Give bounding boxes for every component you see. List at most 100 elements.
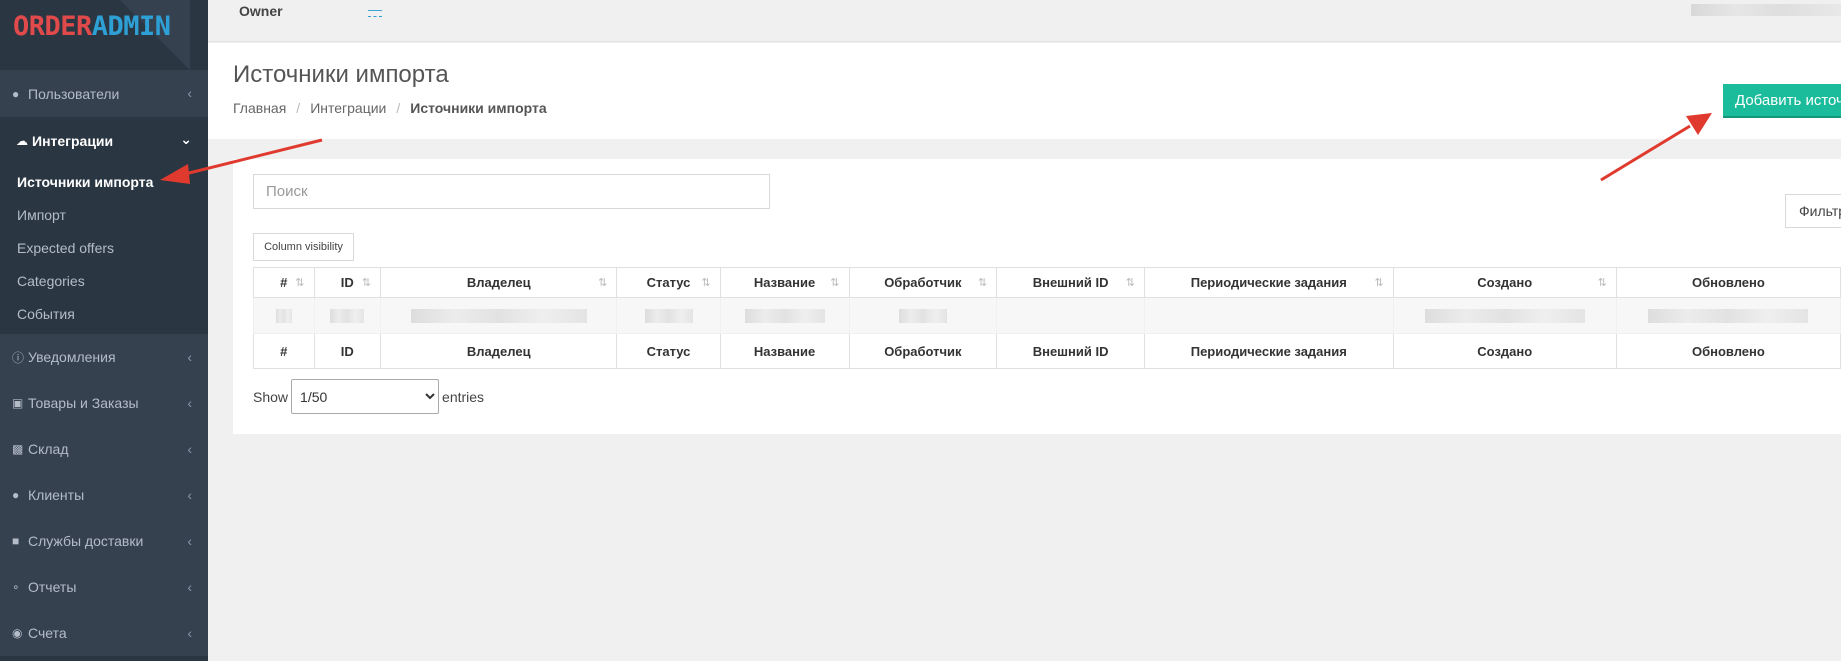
chevron-left-icon: ‹ (187, 579, 192, 595)
sidebar-item-label: Пользователи (28, 85, 120, 102)
filter-button[interactable]: Фильтр (1785, 194, 1841, 228)
sidebar-subitem-expected-offers[interactable]: Expected offers (0, 231, 208, 264)
sidebar-item-label: Службы доставки (28, 533, 144, 549)
column-footer-status: Статус (616, 333, 721, 369)
sort-icon: ⇅ (1374, 277, 1384, 289)
sidebar-subitem-import-sources[interactable]: Источники импорта (0, 165, 208, 198)
redacted-value (330, 309, 365, 324)
chevron-left-icon: ‹ (187, 625, 192, 641)
column-header-name[interactable]: Название ⇅ (719, 267, 850, 298)
sort-icon: ⇅ (1125, 277, 1135, 289)
sidebar-item-label: Склад (28, 441, 69, 457)
logo-part-admin: ADMIN (91, 11, 171, 42)
logo[interactable]: ORDERADMIN (0, 0, 208, 70)
sort-icon: ⇅ (978, 277, 988, 289)
breadcrumb-separator: / (296, 100, 301, 116)
column-label: Внешний ID (1032, 275, 1109, 290)
search-input[interactable] (253, 174, 770, 209)
sort-desc-icon: ⇅ (361, 277, 372, 289)
user-menu[interactable] (1691, 4, 1841, 16)
page-title: Источники импорта (233, 61, 449, 88)
sidebar-item-delivery-services[interactable]: ■ Службы доставки ‹ (0, 518, 208, 564)
sort-icon: ⇅ (1597, 277, 1607, 289)
column-footer-periodic-tasks: Периодические задания (1143, 333, 1394, 369)
paperclip-icon: ∘ (12, 580, 20, 594)
page-size-control: Show 1/50 entries (253, 379, 484, 414)
breadcrumb-current: Источники импорта (410, 100, 547, 116)
info-circle-icon: ⓘ (12, 350, 25, 365)
chevron-left-icon: ‹ (187, 395, 192, 411)
table-cell (719, 297, 850, 334)
column-label: Владелец (466, 275, 531, 290)
integrations-submenu: Источники импорта Импорт Expected offers… (0, 165, 208, 334)
chevron-left-icon: ‹ (187, 349, 192, 365)
column-footer-name: Название (719, 333, 850, 369)
sort-icon: ⇅ (295, 277, 305, 289)
table-cell (1143, 297, 1394, 334)
chevron-down-icon: ⌄ (180, 131, 192, 147)
sidebar-subitem-events[interactable]: События (0, 297, 208, 330)
chevron-left-icon: ‹ (187, 441, 192, 457)
sidebar-item-clients[interactable]: ● Клиенты ‹ (0, 472, 208, 518)
sort-icon: ⇅ (701, 277, 711, 289)
table-cell (313, 297, 382, 334)
sidebar-item-label: Счета (28, 625, 67, 641)
redacted-value (898, 309, 947, 324)
owner-selector[interactable]: — (368, 2, 382, 17)
column-footer-external-id: Внешний ID (996, 333, 1145, 369)
user-icon: ● (12, 86, 20, 101)
sidebar-subitem-categories[interactable]: Categories (0, 264, 208, 297)
table-cell (996, 297, 1145, 334)
table-cell (616, 297, 721, 334)
column-label: # (280, 275, 288, 290)
sort-icon: ⇅ (598, 277, 608, 289)
sidebar-item-users[interactable]: ● Пользователи ‹ (0, 70, 208, 117)
users-icon: ● (12, 488, 20, 502)
column-header-periodic-tasks[interactable]: Периодические задания ⇅ (1143, 267, 1394, 298)
column-header-handler[interactable]: Обработчик ⇅ (848, 267, 998, 298)
sidebar-item-products-orders[interactable]: ▣ Товары и Заказы ‹ (0, 380, 208, 426)
owner-label: Owner (239, 3, 283, 19)
sidebar-item-reports[interactable]: ∘ Отчеты ‹ (0, 564, 208, 610)
cubes-icon: ▩ (12, 442, 24, 456)
sidebar-item-notifications[interactable]: ⓘ Уведомления ‹ (0, 334, 208, 380)
sidebar-item-integrations[interactable]: ☁ Интеграции ⌄ (0, 117, 208, 165)
import-sources-table: # ⇅ ID ⇅ Владелец ⇅ Статус ⇅ Название ⇅ Обраб… (253, 267, 1841, 369)
column-footer-id: ID (313, 333, 382, 369)
column-header-status[interactable]: Статус ⇅ (616, 267, 721, 298)
sidebar-item-warehouse[interactable]: ▩ Склад ‹ (0, 426, 208, 472)
column-footer-handler: Обработчик (848, 333, 998, 369)
sidebar-menu-bottom: ⓘ Уведомления ‹ ▣ Товары и Заказы ‹ ▩ Ск… (0, 334, 208, 656)
topbar: Owner — (208, 0, 1841, 42)
chevron-left-icon: ‹ (187, 85, 192, 101)
sidebar-item-label: Уведомления (28, 349, 116, 365)
redacted-value (744, 309, 825, 324)
table-row[interactable] (253, 297, 1841, 334)
content-panel: Фильтр Column visibility #⇅ ID⇅ Владелец… (233, 159, 1841, 434)
column-header-external-id[interactable]: Внешний ID ⇅ (996, 267, 1145, 298)
sidebar-item-label: Клиенты (28, 487, 85, 503)
column-visibility-button[interactable]: Column visibility (253, 233, 354, 261)
page-size-select[interactable]: 1/50 (291, 379, 440, 414)
column-header-created[interactable]: Создано ⇅ (1392, 267, 1617, 298)
redacted-value (275, 309, 292, 324)
sidebar-subitem-import[interactable]: Импорт (0, 198, 208, 231)
column-header-updated[interactable]: Обновлено (1615, 267, 1841, 298)
sidebar-item-label: Товары и Заказы (28, 395, 139, 411)
redacted-value (410, 309, 587, 324)
logo-text: ORDERADMIN (13, 11, 171, 42)
table-cell (253, 297, 315, 334)
table-cell (380, 297, 618, 334)
column-header-owner[interactable]: Владелец ⇅ (380, 267, 618, 298)
add-import-source-button[interactable]: Добавить источник (1723, 84, 1841, 118)
sidebar-item-invoices[interactable]: ◉ Счета ‹ (0, 610, 208, 656)
column-footer-updated: Обновлено (1615, 333, 1841, 369)
breadcrumb-home[interactable]: Главная (233, 100, 286, 116)
cart-icon: ▣ (12, 396, 24, 410)
column-header-id[interactable]: ID ⇅ (313, 267, 382, 298)
redacted-value (1648, 309, 1809, 324)
column-header-number[interactable]: # ⇅ (253, 267, 315, 298)
sidebar: ORDERADMIN ● Пользователи ‹ ☁ Интеграции… (0, 0, 208, 661)
entries-label: entries (442, 388, 485, 405)
breadcrumb-integrations[interactable]: Интеграции (310, 100, 386, 116)
